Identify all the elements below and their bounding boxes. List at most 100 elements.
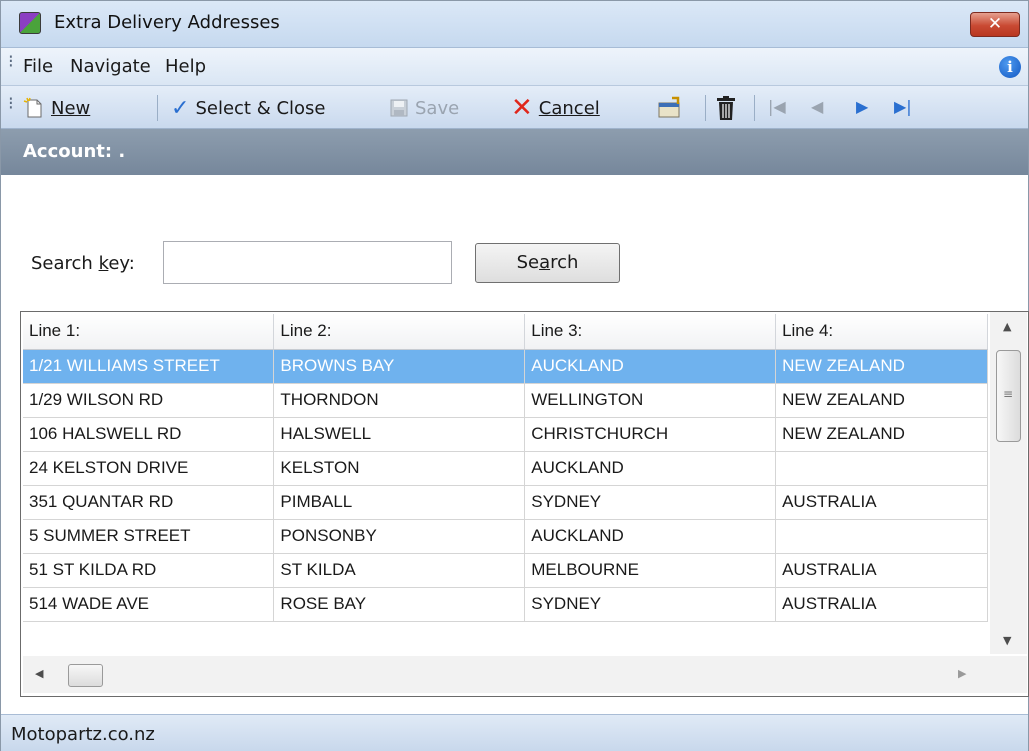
scroll-down-icon[interactable]: ▼: [1003, 634, 1011, 647]
app-icon: [19, 12, 41, 34]
horizontal-scrollbar[interactable]: ◀ ▶: [23, 656, 990, 693]
column-header-line1[interactable]: Line 1:: [23, 314, 275, 350]
addresses-grid: Line 1: Line 2: Line 3: Line 4: 1/21 WIL…: [20, 311, 1029, 697]
cell-line2: ROSE BAY: [273, 587, 526, 622]
toolbar-buttons: ⁝ New ✓ Select & Close Save ✕ Cancel |◀ …: [1, 86, 1028, 129]
info-icon[interactable]: i: [999, 56, 1021, 78]
column-header-line2[interactable]: Line 2:: [273, 314, 526, 350]
vertical-scroll-thumb[interactable]: ≡: [996, 350, 1021, 442]
trash-icon: [717, 96, 735, 120]
cell-line2: PONSONBY: [273, 519, 526, 554]
cell-line2: PIMBALL: [273, 485, 526, 520]
cell-line3: AUCKLAND: [524, 451, 777, 486]
cell-line4: AUSTRALIA: [775, 587, 988, 622]
delete-button[interactable]: [714, 95, 738, 121]
app-window: Extra Delivery Addresses ✕ ⁝ File Naviga…: [0, 0, 1029, 751]
column-header-line3[interactable]: Line 3:: [524, 314, 777, 350]
table-row[interactable]: 24 KELSTON DRIVE KELSTON AUCKLAND: [23, 451, 988, 486]
new-label: New: [51, 97, 91, 119]
addresses-table: Line 1: Line 2: Line 3: Line 4: 1/21 WIL…: [23, 314, 988, 622]
scrollbar-corner: [990, 656, 1027, 693]
select-close-label: Select & Close: [195, 97, 326, 119]
vertical-scrollbar[interactable]: ▲ ≡ ▼: [990, 312, 1027, 654]
first-record-icon[interactable]: |◀: [768, 97, 786, 116]
cell-line1: 1/21 WILLIAMS STREET: [23, 349, 275, 384]
toolbar-separator: [705, 95, 706, 121]
last-record-icon[interactable]: ▶|: [894, 97, 912, 116]
table-row[interactable]: 514 WADE AVE ROSE BAY SYDNEY AUSTRALIA: [23, 587, 988, 622]
scroll-right-icon[interactable]: ▶: [958, 667, 966, 680]
search-input[interactable]: [163, 241, 452, 284]
cell-line1: 24 KELSTON DRIVE: [23, 451, 275, 486]
new-button[interactable]: New: [23, 95, 90, 121]
cancel-x-icon: ✕: [511, 93, 533, 123]
cell-line2: ST KILDA: [273, 553, 526, 588]
cell-line1: 351 QUANTAR RD: [23, 485, 275, 520]
toolbar: ⁝ New ✓ Select & Close Save ✕ Cancel |◀ …: [1, 86, 1028, 186]
cell-line4: AUSTRALIA: [775, 553, 988, 588]
table-row[interactable]: 51 ST KILDA RD ST KILDA MELBOURNE AUSTRA…: [23, 553, 988, 588]
cell-line3: SYDNEY: [524, 485, 777, 520]
table-row[interactable]: 1/21 WILLIAMS STREET BROWNS BAY AUCKLAND…: [23, 349, 988, 384]
toolbar-separator: [754, 95, 755, 121]
scroll-up-icon[interactable]: ▲: [1003, 320, 1011, 333]
cell-line2: HALSWELL: [273, 417, 526, 452]
new-document-icon: [23, 97, 42, 118]
grid-viewport: Line 1: Line 2: Line 3: Line 4: 1/21 WIL…: [23, 314, 988, 656]
cell-line4: [775, 451, 988, 486]
status-bar: Motopartz.co.nz: [1, 714, 1028, 751]
cell-line2: BROWNS BAY: [273, 349, 526, 384]
table-row[interactable]: 351 QUANTAR RD PIMBALL SYDNEY AUSTRALIA: [23, 485, 988, 520]
toolbar-grip-icon: ⁝: [8, 93, 14, 114]
next-record-icon[interactable]: ▶: [856, 97, 868, 116]
cell-line2: KELSTON: [273, 451, 526, 486]
search-key-label: Search key:: [31, 253, 135, 274]
close-button[interactable]: ✕: [970, 12, 1020, 37]
grip-icon: ≡: [1003, 387, 1014, 401]
select-close-button[interactable]: ✓ Select & Close: [171, 95, 325, 121]
cell-line4: AUSTRALIA: [775, 485, 988, 520]
window-title: Extra Delivery Addresses: [54, 12, 280, 33]
cell-line4: [775, 519, 988, 554]
toolbar-separator: [157, 95, 158, 121]
save-disk-icon: [390, 99, 408, 117]
cell-line4: NEW ZEALAND: [775, 349, 988, 384]
cancel-button[interactable]: ✕ Cancel: [511, 93, 600, 123]
cell-line1: 51 ST KILDA RD: [23, 553, 275, 588]
search-button[interactable]: Search: [475, 243, 620, 283]
cancel-label: Cancel: [538, 97, 600, 119]
cell-line3: SYDNEY: [524, 587, 777, 622]
save-button[interactable]: Save: [389, 95, 459, 121]
status-text: Motopartz.co.nz: [11, 724, 155, 745]
table-row[interactable]: 1/29 WILSON RD THORNDON WELLINGTON NEW Z…: [23, 383, 988, 418]
menu-navigate[interactable]: Navigate: [70, 56, 151, 77]
cell-line3: AUCKLAND: [524, 349, 777, 384]
cell-line1: 106 HALSWELL RD: [23, 417, 275, 452]
cell-line2: THORNDON: [273, 383, 526, 418]
cell-line1: 1/29 WILSON RD: [23, 383, 275, 418]
table-row[interactable]: 106 HALSWELL RD HALSWELL CHRISTCHURCH NE…: [23, 417, 988, 452]
cell-line3: AUCKLAND: [524, 519, 777, 554]
account-label: Account: .: [23, 141, 126, 162]
account-bar: Account: .: [1, 129, 1028, 175]
cell-line3: WELLINGTON: [524, 383, 777, 418]
scroll-left-icon[interactable]: ◀: [35, 667, 43, 680]
cell-line1: 514 WADE AVE: [23, 587, 275, 622]
properties-icon: [658, 96, 680, 118]
cell-line1: 5 SUMMER STREET: [23, 519, 275, 554]
cell-line3: MELBOURNE: [524, 553, 777, 588]
cell-line3: CHRISTCHURCH: [524, 417, 777, 452]
title-bar[interactable]: Extra Delivery Addresses ✕: [1, 1, 1028, 48]
menu-file[interactable]: File: [23, 56, 53, 77]
previous-record-icon[interactable]: ◀: [811, 97, 823, 116]
save-label: Save: [415, 97, 460, 119]
table-row[interactable]: 5 SUMMER STREET PONSONBY AUCKLAND: [23, 519, 988, 554]
properties-button[interactable]: [657, 95, 683, 121]
menu-bar: ⁝ File Navigate Help i: [1, 48, 1028, 86]
checkmark-icon: ✓: [171, 95, 190, 121]
column-header-line4[interactable]: Line 4:: [775, 314, 988, 350]
horizontal-scroll-thumb[interactable]: [68, 664, 103, 687]
cell-line4: NEW ZEALAND: [775, 383, 988, 418]
menu-help[interactable]: Help: [165, 56, 206, 77]
menubar-grip-icon: ⁝: [8, 51, 14, 72]
